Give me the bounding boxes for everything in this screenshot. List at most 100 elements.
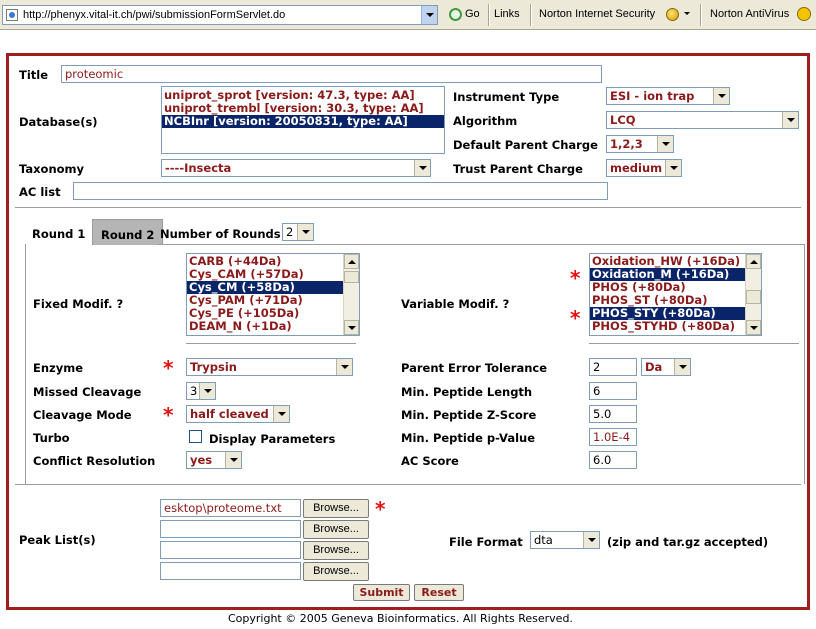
trust-parent-charge-select[interactable]: medium <box>606 159 682 177</box>
toolbar-separator <box>530 4 532 26</box>
browse-button-1[interactable]: Browse... <box>303 499 369 518</box>
norton-internet-security-button[interactable]: Norton Internet Security <box>539 8 655 20</box>
scroll-thumb[interactable] <box>344 271 359 283</box>
dropdown-button[interactable] <box>199 383 215 399</box>
file-format-note: (zip and tar.gz accepted) <box>607 535 769 549</box>
scroll-up-icon[interactable] <box>746 254 761 269</box>
dropdown-button[interactable] <box>273 406 289 422</box>
go-icon[interactable] <box>449 8 462 21</box>
ac-list-input[interactable] <box>73 182 608 200</box>
variable-modif-listbox[interactable]: Oxidation_HW (+16Da) Oxidation_M (+16Da)… <box>589 253 762 336</box>
conflict-resolution-value: yes <box>190 453 213 467</box>
database-option-selected[interactable]: NCBInr [version: 20050831, type: AA] <box>162 115 444 128</box>
dropdown-arrow-icon <box>230 458 238 462</box>
min-peptide-zscore-label: Min. Peptide Z-Score <box>401 408 537 422</box>
taxonomy-value: ----Insecta <box>165 161 232 175</box>
tab-round-2[interactable]: Round 2 <box>92 219 164 245</box>
dropdown-button[interactable] <box>297 224 313 240</box>
variable-modif-scrollbar[interactable] <box>745 254 761 335</box>
toolbar-separator <box>488 4 490 26</box>
dropdown-arrow-icon[interactable] <box>684 12 690 15</box>
cleavage-mode-select[interactable]: half cleaved <box>186 405 290 423</box>
conflict-resolution-label: Conflict Resolution <box>33 454 156 468</box>
number-of-rounds-select[interactable]: 2 <box>282 223 314 241</box>
norton-icon[interactable] <box>797 7 811 21</box>
min-peptide-pvalue-input[interactable]: 1.0E-4 <box>589 428 637 446</box>
parent-error-unit-select[interactable]: Da <box>641 358 691 376</box>
dropdown-arrow-icon <box>204 389 212 393</box>
peak-file-input-4[interactable] <box>160 562 301 580</box>
fixed-modif-option[interactable]: DEAM_N (+1Da) <box>187 320 359 333</box>
instrument-type-select[interactable]: ESI - ion trap <box>606 87 730 105</box>
conflict-resolution-select[interactable]: yes <box>186 451 242 469</box>
scroll-down-icon[interactable] <box>746 320 761 335</box>
ac-score-input[interactable]: 6.0 <box>589 451 637 469</box>
enzyme-select[interactable]: Trypsin <box>186 358 353 376</box>
links-button[interactable]: Links <box>494 8 520 20</box>
fixed-modif-label: Fixed Modif. ? <box>33 297 124 311</box>
variable-modif-option[interactable]: PHOS_STYHD (+80Da) <box>590 320 761 333</box>
min-peptide-length-input[interactable]: 6 <box>589 382 637 400</box>
fixed-modif-scrollbar[interactable] <box>343 254 359 335</box>
dropdown-button[interactable] <box>336 359 352 375</box>
tab-round-1[interactable]: Round 1 <box>24 223 93 245</box>
dropdown-button[interactable] <box>414 160 430 176</box>
dropdown-button[interactable] <box>674 359 690 375</box>
taxonomy-select[interactable]: ----Insecta <box>161 159 431 177</box>
round-panel-left-border <box>25 244 26 484</box>
enzyme-value: Trypsin <box>190 360 237 374</box>
required-star-icon: * <box>163 356 174 380</box>
scroll-down-icon[interactable] <box>344 320 359 335</box>
globe-icon[interactable] <box>666 8 679 21</box>
browse-button-4[interactable]: Browse... <box>303 562 369 581</box>
parent-error-tolerance-input[interactable]: 2 <box>589 358 637 376</box>
min-peptide-zscore-input[interactable]: 5.0 <box>589 405 637 423</box>
reset-button[interactable]: Reset <box>414 584 464 601</box>
peak-file-input-2[interactable] <box>160 520 301 538</box>
dropdown-button[interactable] <box>713 88 729 104</box>
scroll-thumb[interactable] <box>746 290 761 304</box>
round-panel-top-border <box>157 244 804 246</box>
algorithm-value: LCQ <box>610 113 636 127</box>
browse-button-2[interactable]: Browse... <box>303 520 369 539</box>
dropdown-button[interactable] <box>782 112 798 128</box>
submit-button[interactable]: Submit <box>353 584 410 601</box>
default-parent-charge-label: Default Parent Charge <box>453 138 598 152</box>
section-divider <box>15 484 801 486</box>
database-label: Database(s) <box>19 115 98 129</box>
address-dropdown-button[interactable] <box>421 6 437 24</box>
algorithm-select[interactable]: LCQ <box>606 111 799 129</box>
right-subdivider <box>589 343 799 345</box>
fixed-modif-listbox[interactable]: CARB (+44Da) Cys_CAM (+57Da) Cys_CM (+58… <box>186 253 360 336</box>
peak-file-input-1[interactable]: esktop\proteome.txt <box>160 499 301 517</box>
min-peptide-length-label: Min. Peptide Length <box>401 385 533 399</box>
trust-parent-charge-value: medium <box>610 161 663 175</box>
dropdown-button[interactable] <box>657 136 673 152</box>
required-star-icon: * <box>375 497 386 521</box>
file-format-select[interactable]: dta <box>530 531 600 549</box>
parent-error-unit-value: Da <box>645 360 663 374</box>
min-peptide-pvalue-label: Min. Peptide p-Value <box>401 431 536 445</box>
dropdown-button[interactable] <box>665 160 681 176</box>
norton-antivirus-button[interactable]: Norton AntiVirus <box>710 8 789 20</box>
address-url[interactable]: http://phenyx.vital-it.ch/pwi/submission… <box>23 9 285 21</box>
database-listbox[interactable]: uniprot_sprot [version: 47.3, type: AA] … <box>161 86 445 154</box>
dropdown-arrow-icon <box>718 94 726 98</box>
peak-file-input-3[interactable] <box>160 541 301 559</box>
missed-cleavage-select[interactable]: 3 <box>186 382 216 400</box>
title-input[interactable]: proteomic <box>61 65 602 83</box>
browse-button-3[interactable]: Browse... <box>303 541 369 560</box>
algorithm-label: Algorithm <box>453 114 518 128</box>
scroll-up-icon[interactable] <box>344 254 359 269</box>
go-button[interactable]: Go <box>465 8 480 20</box>
section-divider <box>15 207 801 209</box>
address-bar[interactable]: http://phenyx.vital-it.ch/pwi/submission… <box>2 5 438 25</box>
page-icon <box>6 9 18 21</box>
file-format-value: dta <box>534 533 553 547</box>
display-parameters-checkbox[interactable] <box>189 430 202 443</box>
dropdown-arrow-icon <box>588 538 596 542</box>
dropdown-button[interactable] <box>225 452 241 468</box>
default-parent-charge-select[interactable]: 1,2,3 <box>606 135 674 153</box>
required-star-icon: * <box>163 403 174 427</box>
dropdown-button[interactable] <box>583 532 599 548</box>
